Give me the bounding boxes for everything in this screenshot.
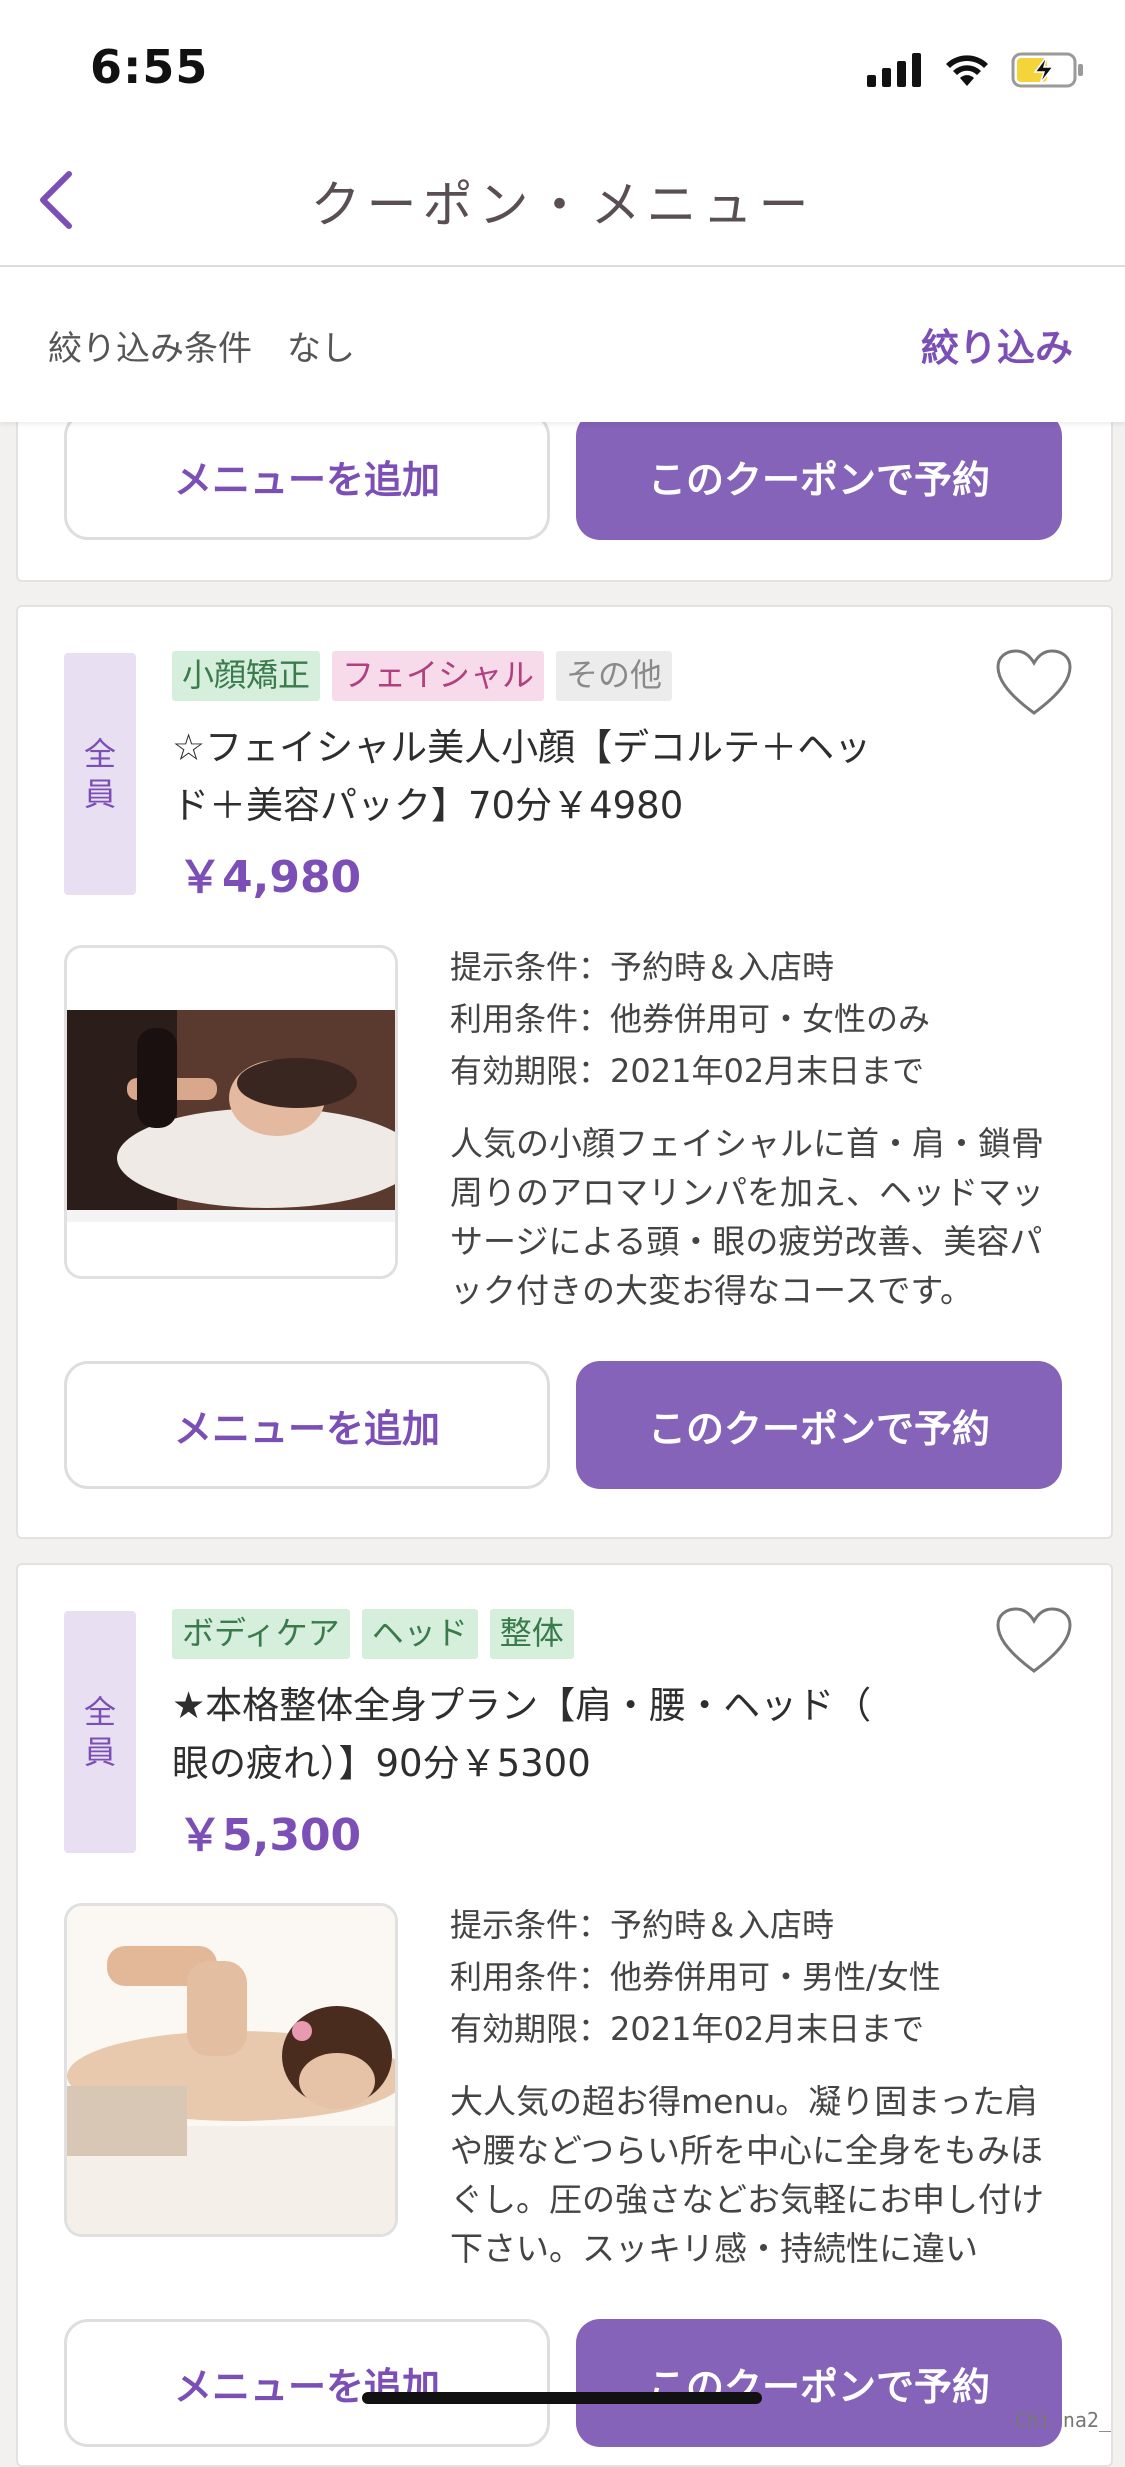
add-menu-button[interactable]: メニューを追加 [64,1361,550,1489]
coupon-description: 人気の小顔フェイシャルに首・肩・鎖骨 周りのアロマリンパを加え、ヘッドマッ サー… [450,1124,1044,1310]
book-coupon-button[interactable]: このクーポンで予約 [576,412,1062,540]
target-badge: 全 員 [64,653,136,895]
coupon-title[interactable]: ☆フェイシャル美人小顔【デコルテ＋ヘッ ド＋美容パック】70分￥4980 [172,719,932,835]
coupon-card: 全 員 ボディケア ヘッド 整体 ★本格整体全身プラン【肩・腰・ヘッド（ 眼の疲… [16,1563,1113,2467]
book-coupon-button[interactable]: このクーポンで予約 [576,2319,1062,2447]
cellular-signal-icon [867,53,921,87]
book-coupon-button[interactable]: このクーポンで予約 [576,1361,1062,1489]
body-massage-photo [67,1906,395,2234]
coupon-price: ￥5,300 [178,1810,362,1861]
filter-button[interactable]: 絞り込み [921,317,1073,372]
coupon-card: 全 員 小顔矯正 フェイシャル その他 ☆フェイシャル美人小顔【デコルテ＋ヘッ … [16,605,1113,1539]
coupon-title[interactable]: ★本格整体全身プラン【肩・腰・ヘッド（ 眼の疲れ）】90分￥5300 [172,1677,932,1793]
tag: その他 [556,651,673,701]
status-bar: 6:55 [0,0,1125,135]
tag: ボディケア [172,1609,350,1659]
coupon-conditions: 提示条件：予約時＆入店時 利用条件：他券併用可・男性/女性 有効期限：2021年… [450,1906,941,2048]
facial-massage-photo [67,948,395,1276]
add-menu-button[interactable]: メニューを追加 [64,2319,550,2447]
favorite-heart-icon[interactable] [994,1605,1074,1677]
battery-charging-icon [1011,52,1083,88]
filter-value: なし [287,329,355,369]
status-icons [867,46,1085,94]
watermark: Chi na2_ [1014,2408,1111,2432]
tag: フェイシャル [332,651,545,701]
coupon-conditions: 提示条件：予約時＆入店時 利用条件：他券併用可・女性のみ 有効期限：2021年0… [450,948,931,1090]
navigation-bar: クーポン・メニュー [0,135,1125,267]
coupon-description: 大人気の超お得menu。凝り固まった肩 や腰などつらい所を中心に全身をもみほ ぐ… [450,2082,1044,2268]
wifi-icon [946,55,988,86]
home-indicator[interactable] [362,2392,762,2404]
add-menu-button[interactable]: メニューを追加 [64,412,550,540]
coupon-photo [64,1903,398,2237]
filter-label: 絞り込み条件 [48,329,252,369]
tag: ヘッド [361,1609,478,1659]
target-badge: 全 員 [64,1611,136,1853]
tag-list: ボディケア ヘッド 整体 [172,1609,574,1659]
coupon-photo [64,945,398,1279]
favorite-heart-icon[interactable] [994,647,1074,719]
coupon-price: ￥4,980 [178,852,362,903]
tag: 整体 [489,1609,574,1659]
filter-bar: 絞り込み条件 なし 絞り込み [0,267,1125,422]
tag-list: 小顔矯正 フェイシャル その他 [172,651,673,701]
page-title: クーポン・メニュー [310,176,815,234]
tag: 小顔矯正 [172,651,321,701]
status-time: 6:55 [90,40,209,94]
